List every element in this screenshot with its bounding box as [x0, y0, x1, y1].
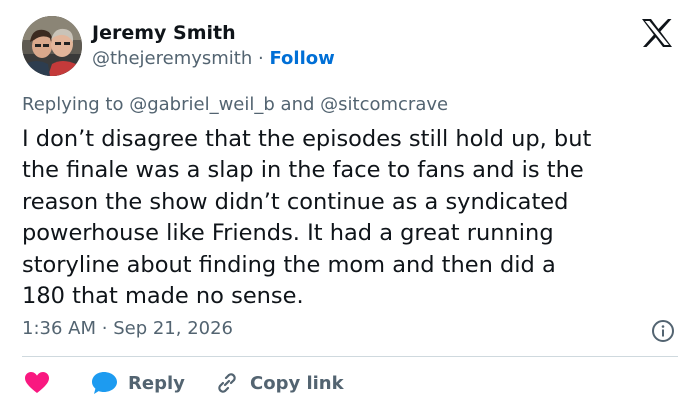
- copy-link-button[interactable]: Copy link: [214, 369, 344, 397]
- reply-button[interactable]: Reply: [92, 369, 185, 397]
- speech-bubble-icon: [92, 372, 117, 394]
- avatar-photo: [22, 16, 82, 76]
- heart-icon[interactable]: [24, 371, 50, 395]
- author-handle[interactable]: @thejeremysmith: [92, 48, 252, 69]
- handle-separator: ·: [258, 48, 264, 69]
- copy-link-label: Copy link: [250, 372, 344, 394]
- author-name[interactable]: Jeremy Smith: [92, 22, 236, 44]
- actions-divider: [22, 356, 678, 357]
- tweet-timestamp[interactable]: 1:36 AM · Sep 21, 2026: [22, 318, 233, 339]
- replying-to-line: Replying to @gabriel_weil_b and @sitcomc…: [22, 94, 448, 115]
- tweet-text: I don’t disagree that the episodes still…: [22, 126, 592, 310]
- tweet-card: Jeremy Smith @thejeremysmith · Follow Re…: [0, 0, 700, 410]
- replying-to-conjunction: and: [280, 94, 315, 115]
- mention-link[interactable]: @sitcomcrave: [320, 94, 448, 115]
- mention-link[interactable]: @gabriel_weil_b: [129, 94, 275, 115]
- timestamp-separator: ·: [101, 318, 108, 339]
- reply-label: Reply: [128, 372, 185, 394]
- tweet-time: 1:36 AM: [22, 318, 96, 339]
- author-handle-row: @thejeremysmith · Follow: [92, 48, 335, 69]
- link-icon: [218, 373, 236, 393]
- info-icon[interactable]: [651, 319, 675, 343]
- tweet-date: Sep 21, 2026: [113, 318, 234, 339]
- follow-button[interactable]: Follow: [269, 48, 334, 69]
- replying-to-prefix: Replying to: [22, 94, 124, 115]
- x-logo-icon[interactable]: [640, 18, 674, 48]
- avatar[interactable]: [22, 16, 82, 76]
